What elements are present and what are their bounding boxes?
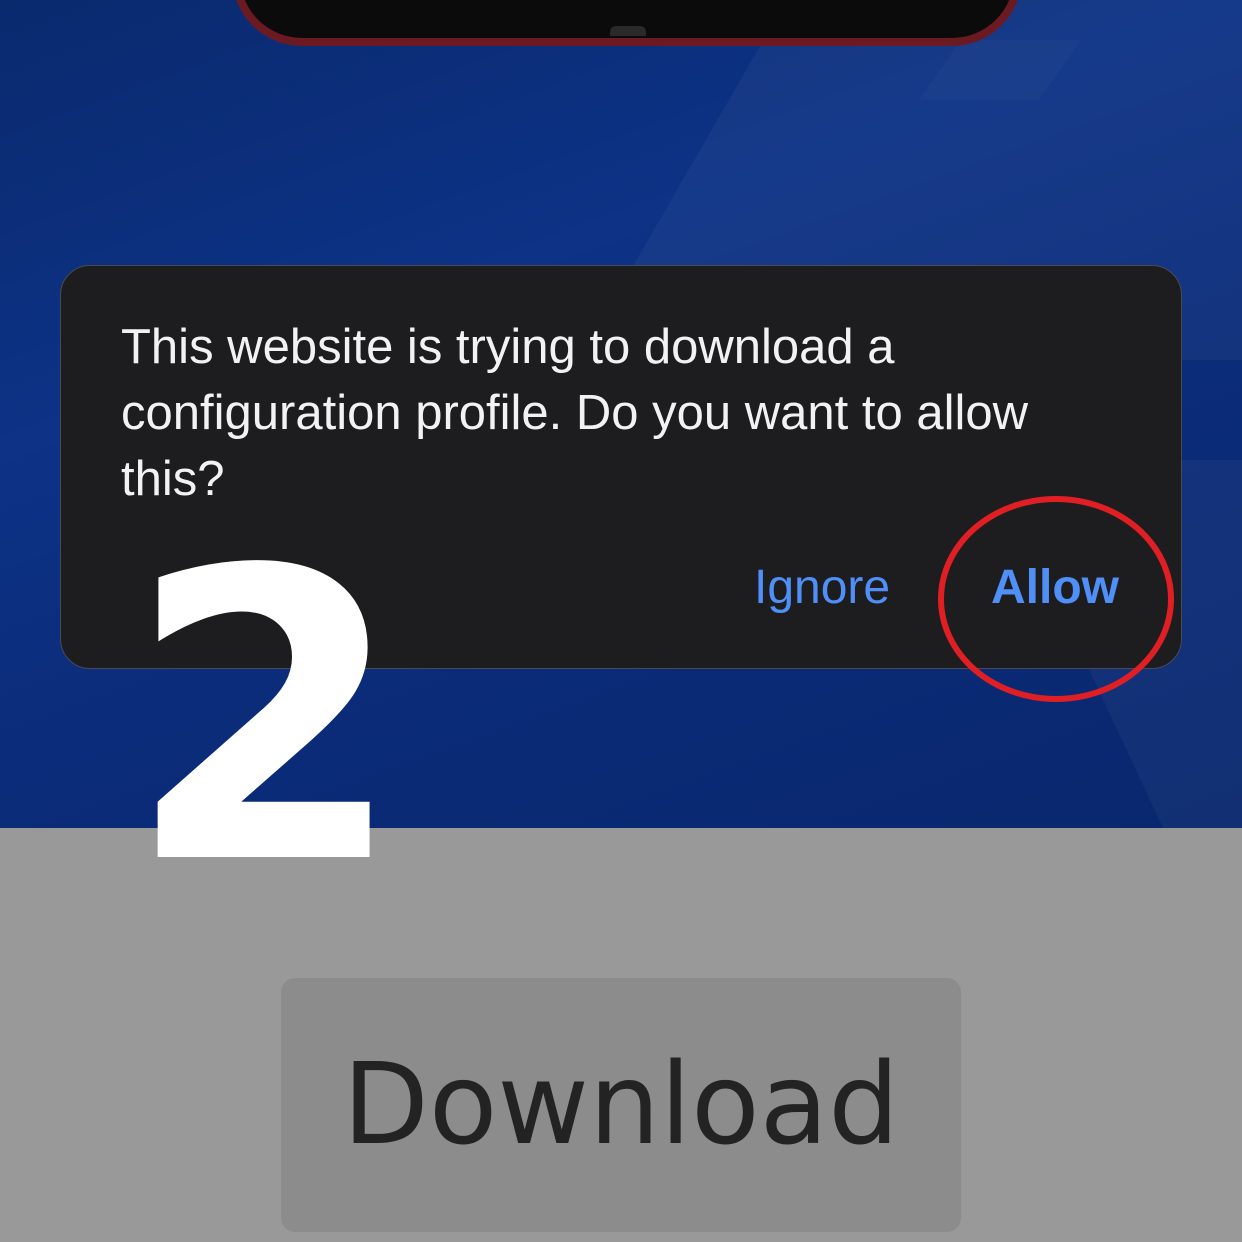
screen: This website is trying to download a con… xyxy=(0,0,1242,1242)
alert-message: This website is trying to download a con… xyxy=(121,320,1029,506)
ignore-button[interactable]: Ignore xyxy=(754,558,890,618)
phone-detail xyxy=(610,26,646,36)
download-button[interactable]: Download xyxy=(281,978,961,1232)
phone-image xyxy=(232,0,1022,46)
step-number: 2 xyxy=(126,487,405,952)
highlight-circle xyxy=(938,496,1174,702)
